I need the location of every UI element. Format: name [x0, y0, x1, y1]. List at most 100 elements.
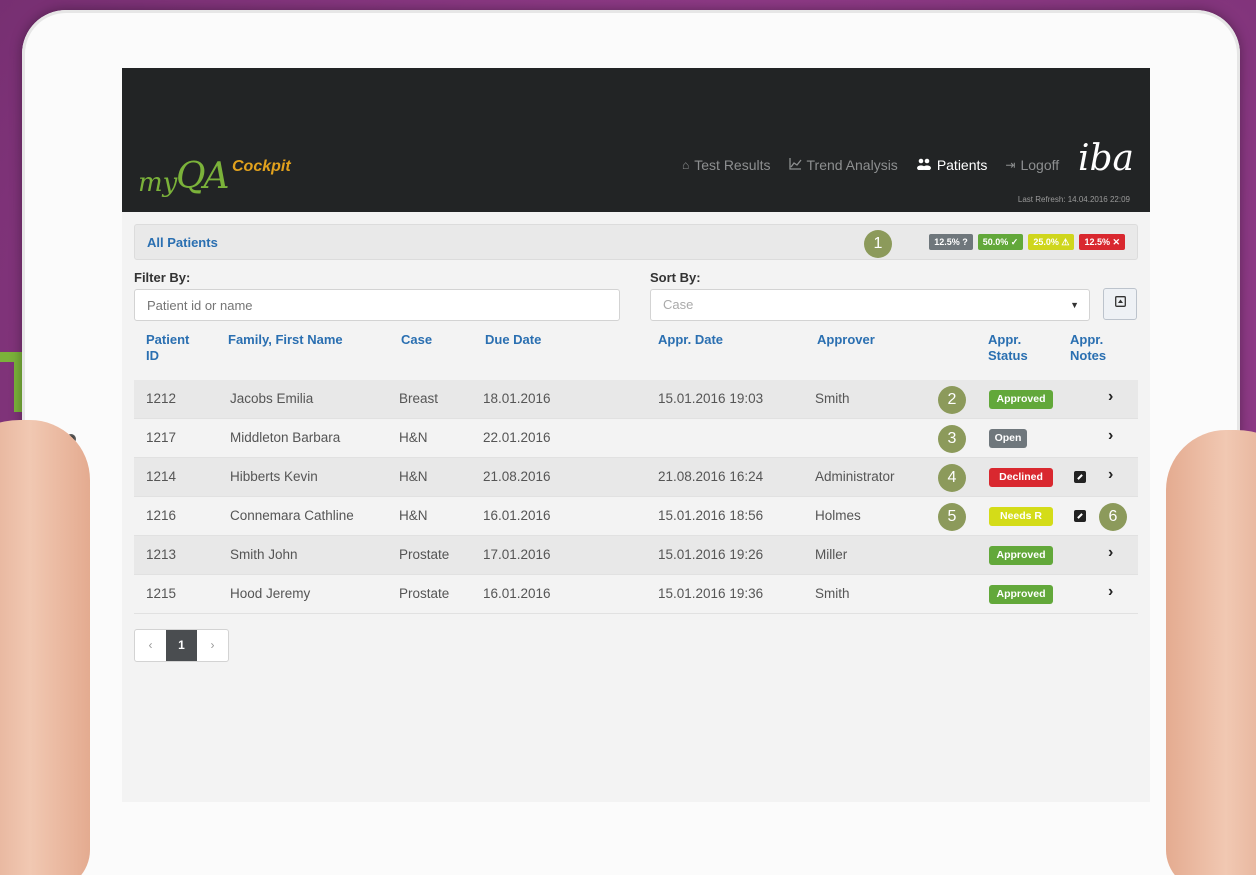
callout-5: 5: [938, 503, 966, 531]
navbar: my QA Cockpit ⌂ Test Results Trend Analy…: [122, 68, 1150, 212]
chevron-right-icon[interactable]: ›: [1108, 388, 1113, 406]
cell-patient-id: 1215: [146, 586, 177, 601]
header-patient-id[interactable]: Patient ID: [146, 332, 189, 364]
header-line: ID: [146, 348, 159, 363]
prev-page-button[interactable]: ‹: [135, 630, 166, 661]
header-name[interactable]: Family, First Name: [228, 332, 343, 348]
edit-note-icon[interactable]: [1074, 510, 1086, 522]
cell-name: Jacobs Emilia: [230, 391, 314, 406]
header-line: Notes: [1070, 348, 1107, 363]
main-nav: ⌂ Test Results Trend Analysis Patients ⇥…: [682, 157, 1059, 173]
nav-test-results[interactable]: ⌂ Test Results: [682, 157, 771, 173]
right-hand: [1166, 430, 1256, 875]
cell-name: Hood Jeremy: [230, 586, 311, 601]
summary-open-badge: 12.5% ?: [929, 234, 973, 250]
cell-approver: Smith: [815, 391, 850, 406]
next-page-button[interactable]: ›: [197, 630, 228, 661]
iba-brand-logo: iba: [1077, 138, 1134, 179]
nav-label: Patients: [936, 157, 988, 173]
table-row[interactable]: 1212 Jacobs Emilia Breast 18.01.2016 15.…: [134, 380, 1138, 419]
cell-patient-id: 1213: [146, 547, 177, 562]
status-badge: Open: [989, 429, 1027, 448]
header-approver[interactable]: Approver: [817, 332, 875, 348]
table-row[interactable]: 1216 Connemara Cathline H&N 16.01.2016 1…: [134, 497, 1138, 536]
status-badge: Declined: [989, 468, 1053, 487]
cell-patient-id: 1216: [146, 508, 177, 523]
cell-case: H&N: [399, 508, 428, 523]
cell-name: Middleton Barbara: [230, 430, 341, 445]
line-chart-icon: [788, 157, 802, 173]
header-appr-date[interactable]: Appr. Date: [658, 332, 723, 348]
chevron-right-icon[interactable]: ›: [1108, 544, 1113, 562]
myqa-cockpit-logo[interactable]: my QA Cockpit: [138, 154, 308, 198]
header-appr-status[interactable]: Appr. Status: [988, 332, 1028, 364]
cell-patient-id: 1217: [146, 430, 177, 445]
cell-appr-date: 21.08.2016 16:24: [658, 469, 764, 484]
nav-trend-analysis[interactable]: Trend Analysis: [788, 157, 898, 173]
users-icon: [916, 158, 932, 173]
callout-4: 4: [938, 464, 966, 492]
cell-approver: Miller: [815, 547, 848, 562]
cell-name: Connemara Cathline: [230, 508, 354, 523]
table-row[interactable]: 1217 Middleton Barbara H&N 22.01.2016 Op…: [134, 419, 1138, 458]
header-case[interactable]: Case: [401, 332, 432, 348]
summary-declined-badge: 12.5% ✕: [1079, 234, 1125, 250]
logo-cockpit: Cockpit: [232, 158, 291, 175]
table-row[interactable]: 1214 Hibberts Kevin H&N 21.08.2016 21.08…: [134, 458, 1138, 497]
left-hand: [0, 420, 90, 875]
cell-name: Hibberts Kevin: [230, 469, 318, 484]
summary-needs-review-badge: 25.0% ⚠: [1028, 234, 1075, 250]
cell-patient-id: 1212: [146, 391, 177, 406]
cell-case: H&N: [399, 469, 428, 484]
nav-logoff[interactable]: ⇥ Logoff: [1005, 157, 1059, 173]
header-due-date[interactable]: Due Date: [485, 332, 541, 348]
nav-label: Logoff: [1020, 157, 1060, 173]
status-badge: Approved: [989, 546, 1053, 565]
cell-due-date: 21.08.2016: [483, 469, 551, 484]
page-1-button[interactable]: 1: [166, 630, 197, 661]
chevron-right-icon[interactable]: ›: [1108, 583, 1113, 601]
chevron-right-icon[interactable]: ›: [1108, 427, 1113, 445]
cell-approver: Smith: [815, 586, 850, 601]
logo-my: my: [138, 168, 178, 198]
callout-6: 6: [1099, 503, 1127, 531]
export-button[interactable]: [1103, 288, 1137, 320]
status-badge: Needs R: [989, 507, 1053, 526]
nav-patients[interactable]: Patients: [916, 157, 988, 173]
table-row[interactable]: 1213 Smith John Prostate 17.01.2016 15.0…: [134, 536, 1138, 575]
cell-appr-date: 15.01.2016 19:36: [658, 586, 764, 601]
header-line: Patient: [146, 332, 190, 347]
chevron-right-icon[interactable]: ›: [1108, 466, 1113, 484]
edit-note-icon[interactable]: [1074, 471, 1086, 483]
callout-1: 1: [864, 230, 892, 258]
decor-green-bar: [14, 352, 22, 412]
cell-due-date: 16.01.2016: [483, 508, 551, 523]
logout-icon: ⇥: [1005, 158, 1016, 172]
cell-case: Prostate: [399, 547, 450, 562]
cell-name: Smith John: [230, 547, 298, 562]
sort-label: Sort By:: [650, 270, 701, 285]
cell-appr-date: 15.01.2016 18:56: [658, 508, 764, 523]
patient-search-input[interactable]: [134, 289, 620, 321]
nav-label: Trend Analysis: [806, 157, 898, 173]
status-badge: Approved: [989, 585, 1053, 604]
sort-select[interactable]: Case ▼: [650, 289, 1090, 321]
last-refresh-text: Last Refresh: 14.04.2016 22:09: [1017, 195, 1130, 204]
filter-label: Filter By:: [134, 270, 191, 285]
sort-value: Case: [663, 297, 694, 312]
cell-due-date: 17.01.2016: [483, 547, 551, 562]
cell-due-date: 18.01.2016: [483, 391, 551, 406]
panel-title: All Patients: [147, 235, 218, 250]
header-line: Status: [988, 348, 1028, 363]
cell-approver: Administrator: [815, 469, 895, 484]
status-summary: 12.5% ? 50.0% ✓ 25.0% ⚠ 12.5% ✕: [929, 234, 1125, 250]
nav-label: Test Results: [694, 157, 771, 173]
table-row[interactable]: 1215 Hood Jeremy Prostate 16.01.2016 15.…: [134, 575, 1138, 614]
cell-patient-id: 1214: [146, 469, 177, 484]
header-appr-notes[interactable]: Appr. Notes: [1070, 332, 1106, 364]
cell-case: H&N: [399, 430, 428, 445]
home-icon: ⌂: [682, 158, 690, 172]
cell-case: Breast: [399, 391, 439, 406]
app-screen: my QA Cockpit ⌂ Test Results Trend Analy…: [122, 68, 1150, 802]
callout-3: 3: [938, 425, 966, 453]
